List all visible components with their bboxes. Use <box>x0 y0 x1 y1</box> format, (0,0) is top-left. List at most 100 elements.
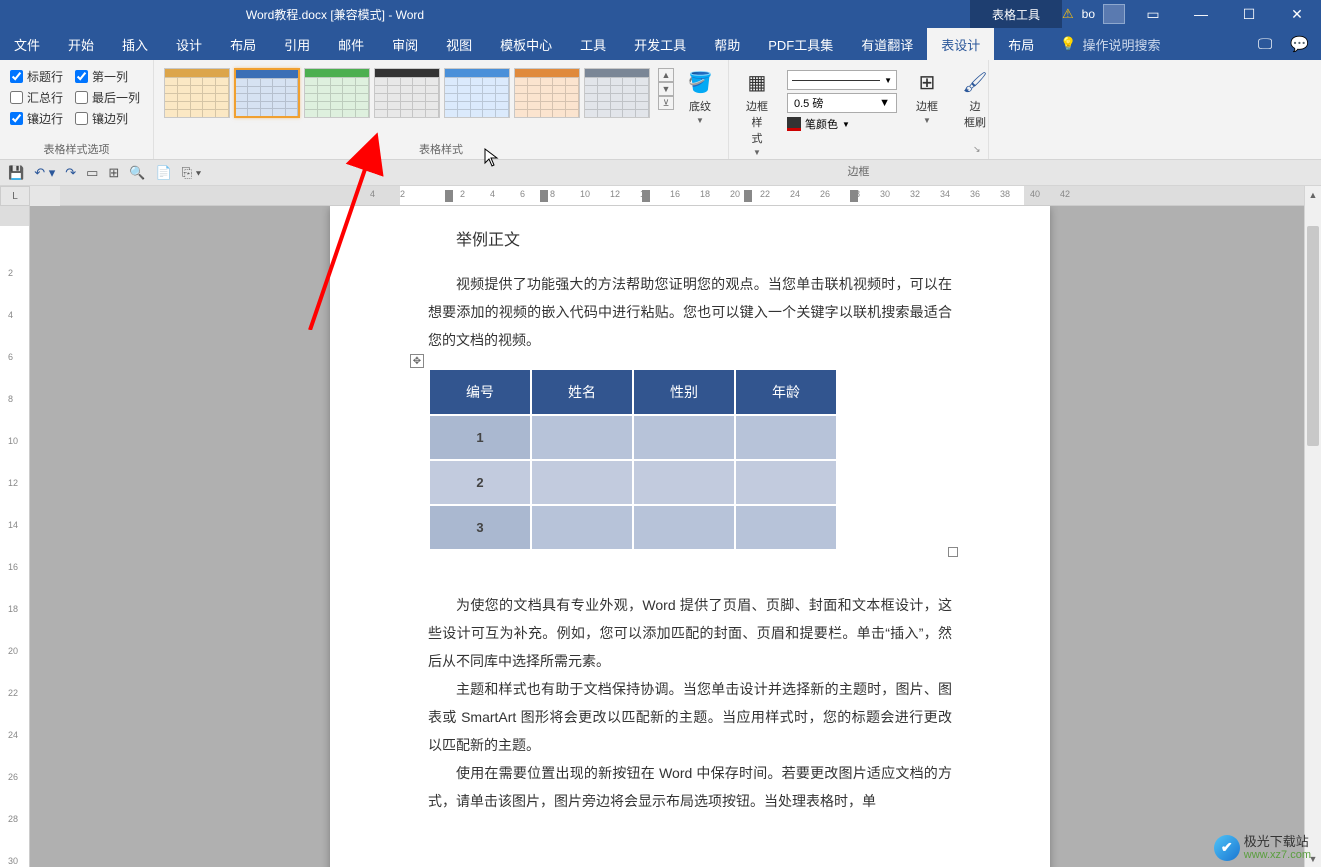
gallery-more-icon[interactable]: ⊻ <box>658 96 674 110</box>
table-header-cell[interactable]: 性别 <box>633 369 735 415</box>
menu-tabs: 文件 开始 插入 设计 布局 引用 邮件 审阅 视图 模板中心 工具 开发工具 … <box>0 28 1321 60</box>
ruler-vertical[interactable]: 24681012141618202224262830 <box>0 206 30 867</box>
qat-btn-1[interactable]: ▭ <box>86 165 98 181</box>
tab-layout[interactable]: 布局 <box>216 28 270 60</box>
borders-icon: ⊞ <box>913 68 941 96</box>
check-banded-row[interactable]: 镶边行 <box>10 110 63 127</box>
qat-btn-3[interactable]: 🔍 <box>129 165 145 181</box>
table-row[interactable]: 2 <box>429 460 837 505</box>
save-button[interactable]: 💾 <box>8 165 24 181</box>
table-cell[interactable] <box>633 415 735 460</box>
gallery-scroll[interactable]: ▲ ▼ ⊻ <box>658 64 674 114</box>
comments-icon[interactable]: 💬 <box>1290 35 1309 53</box>
tab-references[interactable]: 引用 <box>270 28 324 60</box>
scroll-thumb[interactable] <box>1307 226 1319 446</box>
table-cell[interactable]: 3 <box>429 505 531 550</box>
table-cell[interactable]: 1 <box>429 415 531 460</box>
tab-help[interactable]: 帮助 <box>700 28 754 60</box>
minimize-button[interactable]: — <box>1181 0 1221 28</box>
document-area[interactable]: 举例正文 视频提供了功能强大的方法帮助您证明您的观点。当您单击联机视频时，可以在… <box>30 206 1321 867</box>
user-name: bo <box>1082 7 1095 21</box>
border-style-button[interactable]: ▦ 边框样 式 ▼ <box>735 64 779 161</box>
table-header-cell[interactable]: 编号 <box>429 369 531 415</box>
table-cell[interactable] <box>735 460 837 505</box>
chevron-down-icon: ▼ <box>923 116 931 125</box>
tab-table-design[interactable]: 表设计 <box>927 28 994 60</box>
maximize-button[interactable]: ☐ <box>1229 0 1269 28</box>
table-row[interactable]: 1 <box>429 415 837 460</box>
scroll-up-icon[interactable]: ▲ <box>1305 186 1321 203</box>
table-style-thumb-2[interactable] <box>304 68 370 118</box>
user-avatar[interactable] <box>1103 4 1125 24</box>
tab-pdf[interactable]: PDF工具集 <box>754 28 847 60</box>
table-style-thumb-5[interactable] <box>514 68 580 118</box>
quick-access-toolbar: 💾 ↶ ▾ ↷ ▭ ⊞ 🔍 📄 ⎘ ▾ <box>0 160 1321 186</box>
tab-insert[interactable]: 插入 <box>108 28 162 60</box>
ribbon: 标题行 汇总行 镶边行 第一列 最后一列 镶边列 表格样式选项 ▲ ▼ ⊻ 🪣 … <box>0 60 1321 160</box>
table-wrapper: ✥ 编号姓名性别年龄 123 <box>428 368 952 551</box>
close-button[interactable]: ✕ <box>1277 0 1317 28</box>
share-icon[interactable]: 🖵 <box>1258 36 1272 53</box>
gallery-down-icon[interactable]: ▼ <box>658 82 674 96</box>
tab-tools[interactable]: 工具 <box>566 28 620 60</box>
ruler-horizontal[interactable]: 4224681012141618202224262830323436384042 <box>60 186 1304 206</box>
pen-color-button[interactable]: 笔颜色 ▼ <box>787 116 897 132</box>
gallery-up-icon[interactable]: ▲ <box>658 68 674 82</box>
table-cell[interactable] <box>531 415 633 460</box>
table-style-thumb-3[interactable] <box>374 68 440 118</box>
table-cell[interactable] <box>633 505 735 550</box>
tab-table-layout[interactable]: 布局 <box>994 28 1048 60</box>
table-cell[interactable]: 2 <box>429 460 531 505</box>
contextual-tab-label: 表格工具 <box>970 0 1062 28</box>
table-cell[interactable] <box>531 505 633 550</box>
qat-btn-5[interactable]: ⎘ ▾ <box>182 165 201 181</box>
table-resize-handle-icon[interactable] <box>948 547 958 557</box>
undo-button[interactable]: ↶ ▾ <box>34 165 55 181</box>
check-banded-col[interactable]: 镶边列 <box>75 110 140 127</box>
table-style-thumb-6[interactable] <box>584 68 650 118</box>
document-table[interactable]: 编号姓名性别年龄 123 <box>428 368 838 551</box>
table-style-thumb-4[interactable] <box>444 68 510 118</box>
tab-devtools[interactable]: 开发工具 <box>620 28 700 60</box>
tab-youdao[interactable]: 有道翻译 <box>847 28 927 60</box>
tab-view[interactable]: 视图 <box>432 28 486 60</box>
paragraph-4: 使用在需要位置出现的新按钮在 Word 中保存时间。若要更改图片适应文档的方式，… <box>428 759 952 815</box>
border-painter-button[interactable]: 🖌 边 框刷 <box>953 64 997 134</box>
check-last-col[interactable]: 最后一列 <box>75 89 140 106</box>
ribbon-options-icon[interactable]: ▭ <box>1133 0 1173 28</box>
tell-me-search[interactable]: 💡 操作说明搜索 <box>1048 28 1172 60</box>
qat-btn-4[interactable]: 📄 <box>156 165 172 181</box>
brush-icon: 🖌 <box>961 68 989 96</box>
table-cell[interactable] <box>633 460 735 505</box>
border-line-style-select[interactable]: ▼ <box>787 70 897 90</box>
table-cell[interactable] <box>735 505 837 550</box>
tab-mail[interactable]: 邮件 <box>324 28 378 60</box>
check-first-col[interactable]: 第一列 <box>75 68 140 85</box>
lightbulb-icon: 💡 <box>1060 36 1076 52</box>
tab-review[interactable]: 审阅 <box>378 28 432 60</box>
group-label-style-options: 表格样式选项 <box>6 139 147 159</box>
redo-button[interactable]: ↷ <box>65 165 76 181</box>
borders-button[interactable]: ⊞ 边框 ▼ <box>905 64 949 129</box>
shading-button[interactable]: 🪣 底纹 ▼ <box>678 64 722 129</box>
watermark-logo-icon: ✔ <box>1214 835 1240 861</box>
table-cell[interactable] <box>531 460 633 505</box>
table-header-cell[interactable]: 年龄 <box>735 369 837 415</box>
check-total-row[interactable]: 汇总行 <box>10 89 63 106</box>
table-style-thumb-0[interactable] <box>164 68 230 118</box>
tab-file[interactable]: 文件 <box>0 28 54 60</box>
table-style-thumb-1[interactable] <box>234 68 300 118</box>
table-cell[interactable] <box>735 415 837 460</box>
table-header-cell[interactable]: 姓名 <box>531 369 633 415</box>
check-header-row[interactable]: 标题行 <box>10 68 63 85</box>
vertical-scrollbar[interactable]: ▲ ▼ <box>1304 186 1321 867</box>
dialog-launcher-icon[interactable]: ↘ <box>973 144 985 156</box>
tab-template[interactable]: 模板中心 <box>486 28 566 60</box>
qat-btn-2[interactable]: ⊞ <box>108 165 119 181</box>
table-header-row: 编号姓名性别年龄 <box>429 369 837 415</box>
tab-design[interactable]: 设计 <box>162 28 216 60</box>
border-weight-select[interactable]: 0.5 磅▼ <box>787 93 897 113</box>
table-move-handle-icon[interactable]: ✥ <box>410 354 424 368</box>
tab-home[interactable]: 开始 <box>54 28 108 60</box>
table-row[interactable]: 3 <box>429 505 837 550</box>
